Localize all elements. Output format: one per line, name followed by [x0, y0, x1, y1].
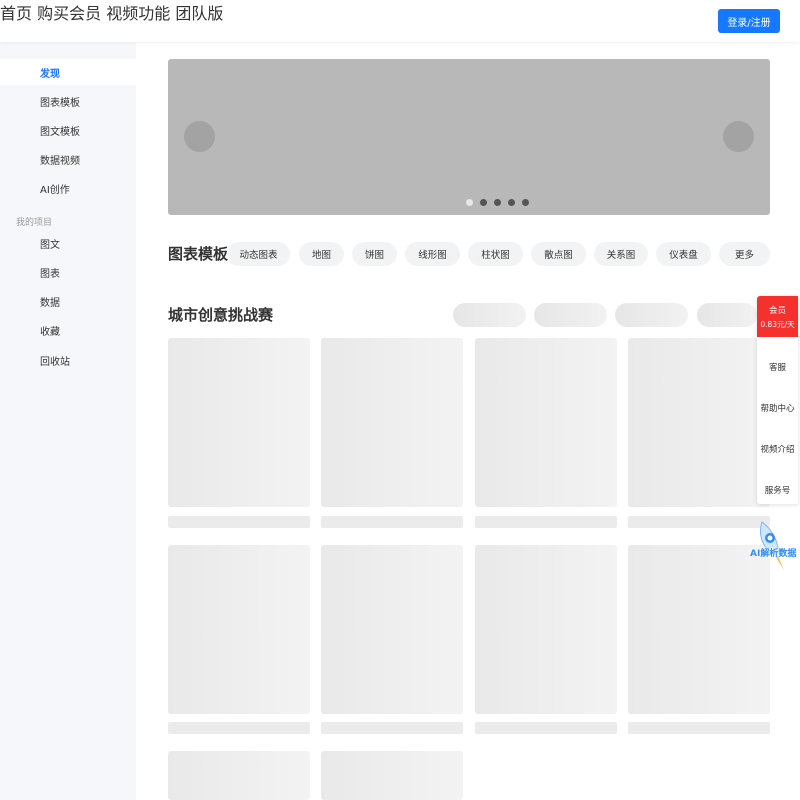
- carousel-dots: [168, 199, 770, 206]
- filter-pill-placeholder[interactable]: [453, 303, 526, 327]
- top-navigation-bar: 首页 购买会员 视频功能 团队版 登录/注册: [0, 0, 800, 42]
- card-caption-placeholder: [321, 516, 463, 528]
- card-caption-placeholder: [321, 722, 463, 734]
- login-register-button[interactable]: 登录/注册: [718, 9, 780, 33]
- sidebar-item-infographic-templates[interactable]: 图文模板: [0, 117, 136, 143]
- template-card-placeholder[interactable]: [628, 338, 770, 507]
- carousel-dot[interactable]: [521, 199, 529, 206]
- chip-map[interactable]: 地图: [299, 242, 344, 266]
- sidebar-item-recycle-bin[interactable]: 回收站: [0, 347, 136, 373]
- nav-buy-membership-link[interactable]: 购买会员: [37, 4, 101, 23]
- sidebar-item-favorites[interactable]: 收藏: [0, 317, 136, 343]
- chip-relation[interactable]: 关系图: [594, 242, 648, 266]
- vip-membership-button[interactable]: 会员 0.83元/天: [757, 296, 798, 337]
- sidebar-item-my-charts[interactable]: 图表: [0, 259, 136, 285]
- chip-gauge[interactable]: 仪表盘: [656, 242, 711, 266]
- chip-dynamic-chart[interactable]: 动态图表: [227, 242, 290, 266]
- card-caption-placeholder: [168, 516, 310, 528]
- sidebar-item-chart-templates[interactable]: 图表模板: [0, 88, 136, 114]
- floating-service-panel: 会员 0.83元/天 客服 帮助中心 视频介绍 服务号: [757, 296, 798, 504]
- template-card-placeholder[interactable]: [168, 751, 310, 800]
- challenge-title: 城市创意挑战赛: [168, 306, 274, 324]
- template-card-placeholder[interactable]: [168, 545, 310, 714]
- chip-bar[interactable]: 柱状图: [468, 242, 523, 266]
- card-caption-placeholder: [168, 722, 310, 734]
- filter-pill-placeholder[interactable]: [615, 303, 688, 327]
- carousel-dot[interactable]: [493, 199, 501, 206]
- sidebar-item-discover[interactable]: 发现: [0, 59, 136, 85]
- vip-price: 0.83元/天: [760, 319, 795, 329]
- sidebar-item-ai-create[interactable]: AI创作: [0, 175, 136, 201]
- chip-more[interactable]: 更多: [719, 242, 770, 266]
- card-caption-placeholder: [475, 516, 617, 528]
- carousel-dot[interactable]: [479, 199, 487, 206]
- carousel-dot[interactable]: [465, 199, 473, 206]
- nav-home-link[interactable]: 首页: [0, 4, 32, 23]
- customer-service-button[interactable]: 客服: [757, 355, 798, 379]
- nav-video-features-link[interactable]: 视频功能: [106, 4, 170, 23]
- banner-carousel: [168, 59, 770, 215]
- sidebar-item-my-data[interactable]: 数据: [0, 288, 136, 314]
- video-intro-button[interactable]: 视频介绍: [757, 437, 798, 461]
- chip-line[interactable]: 线形图: [405, 242, 460, 266]
- chip-scatter[interactable]: 散点图: [531, 242, 586, 266]
- filter-pill-placeholder[interactable]: [534, 303, 607, 327]
- template-card-placeholder[interactable]: [321, 751, 463, 800]
- template-card-placeholder[interactable]: [475, 338, 617, 507]
- template-card-placeholder[interactable]: [321, 545, 463, 714]
- rocket-icon[interactable]: [750, 514, 800, 574]
- template-card-placeholder[interactable]: [168, 338, 310, 507]
- template-card-placeholder[interactable]: [628, 545, 770, 714]
- template-card-placeholder[interactable]: [321, 338, 463, 507]
- card-caption-placeholder: [475, 722, 617, 734]
- sidebar-item-data-video[interactable]: 数据视频: [0, 146, 136, 172]
- filter-pill-placeholder[interactable]: [697, 303, 757, 327]
- sidebar-item-my-infographics[interactable]: 图文: [0, 230, 136, 256]
- card-caption-placeholder: [628, 516, 770, 528]
- template-card-placeholder[interactable]: [475, 545, 617, 714]
- help-center-button[interactable]: 帮助中心: [757, 396, 798, 420]
- carousel-prev-arrow[interactable]: [184, 121, 215, 152]
- vip-label: 会员: [768, 305, 786, 316]
- nav-team-edition-link[interactable]: 团队版: [175, 4, 223, 23]
- my-projects-heading: 我的项目: [16, 218, 53, 228]
- sidebar: 发现 图表模板 图文模板 数据视频 AI创作 我的项目 图文 图表 数据 收藏 …: [0, 42, 136, 800]
- card-caption-placeholder: [628, 722, 770, 734]
- ai-analyze-data-label[interactable]: AI解析数据: [750, 546, 796, 559]
- carousel-dot[interactable]: [507, 199, 515, 206]
- chart-templates-title: 图表模板: [168, 245, 229, 263]
- carousel-next-arrow[interactable]: [723, 121, 754, 152]
- chip-pie[interactable]: 饼图: [352, 242, 397, 266]
- service-account-button[interactable]: 服务号: [757, 478, 798, 502]
